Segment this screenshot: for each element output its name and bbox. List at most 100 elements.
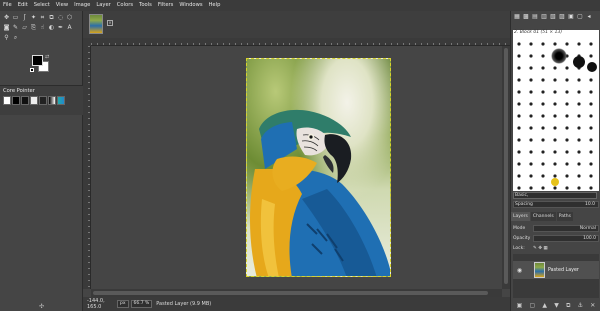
tab-channels[interactable]: Channels <box>530 211 556 221</box>
canvas-image[interactable] <box>246 58 391 277</box>
cage-transform-tool-icon[interactable]: ⬡ <box>65 13 74 22</box>
rect-select-tool-icon[interactable]: ▭ <box>11 13 20 22</box>
opacity-row: Opacity 100.0 <box>513 234 599 242</box>
menu-filters[interactable]: Filters <box>155 0 177 11</box>
raise-layer-icon[interactable]: ▲ <box>542 302 547 309</box>
unified-transform-tool-icon[interactable]: ⧉ <box>47 13 56 22</box>
close-tab-icon[interactable]: × <box>107 20 113 26</box>
clone-tool-icon[interactable]: ⎘ <box>29 23 38 32</box>
fg-bg-colors[interactable]: ⇄ <box>30 54 52 81</box>
tab-menu-icon[interactable]: ◂ <box>585 13 593 21</box>
tab-layers[interactable]: Layers <box>511 211 530 221</box>
new-layer-group-icon[interactable]: ▢ <box>530 302 536 309</box>
eraser-tool-icon[interactable]: ▱ <box>20 23 29 32</box>
menu-select[interactable]: Select <box>31 0 53 11</box>
fonts-tab-icon[interactable]: ▤ <box>531 13 539 21</box>
smudge-tool-icon[interactable]: ☝ <box>38 23 47 32</box>
layer-name[interactable]: Pasted Layer <box>548 268 579 273</box>
brush-item[interactable] <box>551 178 559 186</box>
horizontal-scrollbar[interactable] <box>91 289 502 297</box>
brush-spacing-slider[interactable]: Spacing 10.0 <box>513 201 599 208</box>
lock-row: Lock: ✎ ✥ ▦ <box>513 244 599 252</box>
drag-handle-icon[interactable]: ✣ <box>39 303 44 310</box>
images-tab-icon[interactable]: ▢ <box>576 13 584 21</box>
new-layer-icon[interactable]: ▣ <box>517 302 523 309</box>
brush-item[interactable] <box>573 56 585 68</box>
palettes-tab-icon[interactable]: ▨ <box>558 13 566 21</box>
brushes-tab-icon[interactable]: ▦ <box>513 13 521 21</box>
dock-tabs: ▦ ▩ ▤ ▥ ▧ ▨ ▣ ▢ ◂ <box>511 11 600 22</box>
unit-selector[interactable]: px <box>117 300 129 308</box>
brush-item[interactable] <box>551 48 567 64</box>
move-tool-icon[interactable]: ✥ <box>2 13 11 22</box>
horizontal-ruler[interactable] <box>91 38 510 46</box>
layer-thumbnail <box>534 262 545 278</box>
menu-help[interactable]: Help <box>206 0 224 11</box>
tab-paths[interactable]: Paths <box>556 211 573 221</box>
patterns-tab-icon[interactable]: ▩ <box>522 13 530 21</box>
panel-title: Core Pointer <box>3 88 35 94</box>
menu-edit[interactable]: Edit <box>15 0 31 11</box>
text-tool-icon[interactable]: A <box>65 23 74 32</box>
status-message: Pasted Layer (9.9 MB) <box>156 301 212 307</box>
brushes-panel[interactable]: 2. Block 01 (51 × 13) <box>513 30 599 191</box>
status-bar: -144.0, 165.0 px 66.7 % Pasted Layer (9.… <box>83 297 510 311</box>
device-gradient-swatch <box>48 96 56 105</box>
device-pattern-swatch <box>30 96 38 105</box>
vertical-scrollbar[interactable] <box>502 46 510 289</box>
zoom-selector[interactable]: 66.7 % <box>130 300 153 308</box>
opacity-slider[interactable]: 100.0 <box>533 234 599 242</box>
vertical-ruler[interactable] <box>83 46 91 289</box>
right-dock: ▦ ▩ ▤ ▥ ▧ ▨ ▣ ▢ ◂ 2. Block 01 (51 × 13) … <box>510 11 600 311</box>
lower-layer-icon[interactable]: ▼ <box>554 302 559 309</box>
menu-view[interactable]: View <box>53 0 71 11</box>
layer-buttons: ▣ ▢ ▲ ▼ ⧉ ⚓ ✕ <box>513 301 599 310</box>
pointer-coordinates: -144.0, 165.0 <box>87 298 105 310</box>
reset-colors-icon[interactable] <box>30 68 34 72</box>
scroll-thumb[interactable] <box>93 291 488 295</box>
ruler-corner[interactable] <box>83 38 91 46</box>
image-tab-thumbnail[interactable] <box>89 14 103 34</box>
warp-transform-tool-icon[interactable]: ◌ <box>56 13 65 22</box>
foreground-color-swatch[interactable] <box>32 55 43 66</box>
gradients-tab-icon[interactable]: ▧ <box>549 13 557 21</box>
zoom-tool-icon[interactable]: ⌕ <box>11 33 20 42</box>
brush-item[interactable] <box>587 62 597 72</box>
brush-tag-filter[interactable]: Basic, <box>513 192 597 199</box>
bucket-fill-tool-icon[interactable]: ◙ <box>2 23 11 32</box>
brush-name: 2. Block 01 (51 × 13) <box>514 30 563 35</box>
layers-list[interactable]: ◉ Pasted Layer <box>513 254 599 298</box>
menu-colors[interactable]: Colors <box>114 0 136 11</box>
color-picker-tool-icon[interactable]: ⚲ <box>2 33 11 42</box>
delete-layer-icon[interactable]: ✕ <box>590 302 595 309</box>
duplicate-layer-icon[interactable]: ⧉ <box>566 302 570 310</box>
dodge-burn-tool-icon[interactable]: ◐ <box>47 23 56 32</box>
device-brush-swatch <box>21 96 29 105</box>
menu-file[interactable]: File <box>0 0 15 11</box>
scroll-thumb[interactable] <box>504 48 508 284</box>
document-history-tab-icon[interactable]: ▥ <box>540 13 548 21</box>
menu-image[interactable]: Image <box>71 0 93 11</box>
layers-dock-tabs: Layers Channels Paths <box>511 211 600 221</box>
mode-select[interactable]: Normal <box>533 224 599 232</box>
lock-pixels-icon[interactable]: ✎ ✥ ▦ <box>533 246 548 251</box>
anchor-layer-icon[interactable]: ⚓ <box>578 302 583 309</box>
swap-colors-icon[interactable]: ⇄ <box>45 54 49 60</box>
paths-tool-icon[interactable]: ✒ <box>56 23 65 32</box>
document-tab-icon[interactable]: ▣ <box>567 13 575 21</box>
device-brush-swatch-2 <box>39 96 47 105</box>
layer-row[interactable]: ◉ Pasted Layer <box>513 261 599 279</box>
free-select-tool-icon[interactable]: ʃ <box>20 13 29 22</box>
mode-label: Mode <box>513 225 526 231</box>
menu-bar: File Edit Select View Image Layer Colors… <box>0 0 600 11</box>
canvas-area <box>83 38 510 297</box>
fuzzy-select-tool-icon[interactable]: ✦ <box>29 13 38 22</box>
paintbrush-tool-icon[interactable]: ✎ <box>11 23 20 32</box>
menu-windows[interactable]: Windows <box>176 0 205 11</box>
menu-tools[interactable]: Tools <box>136 0 155 11</box>
device-foreground-swatch <box>3 96 11 105</box>
opacity-value: 100.0 <box>583 235 596 241</box>
crop-tool-icon[interactable]: ⌗ <box>38 13 47 22</box>
menu-layer[interactable]: Layer <box>93 0 113 11</box>
visibility-eye-icon[interactable]: ◉ <box>515 267 524 274</box>
